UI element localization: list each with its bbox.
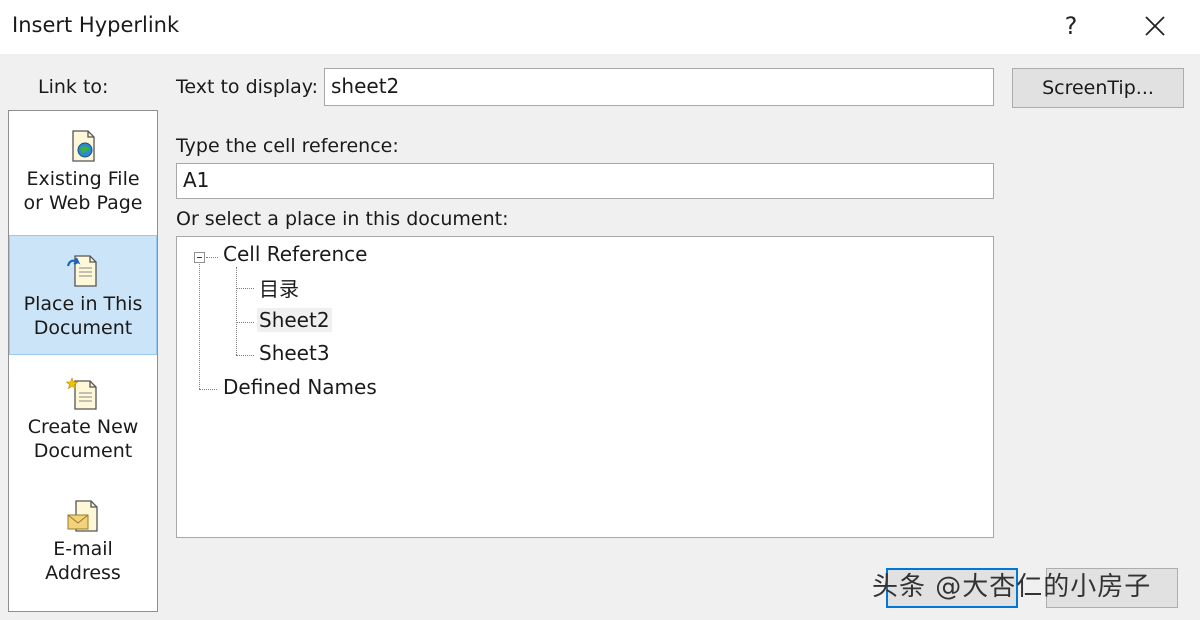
link-existing-file-line2: or Web Page — [23, 192, 143, 214]
place-tree[interactable]: Cell Reference 目录 Sheet2 Sheet3 Defined … — [176, 236, 994, 538]
link-place-in-document[interactable]: Place in This Document — [9, 235, 157, 355]
tree-connector — [236, 267, 237, 355]
link-create-new-line1: Create New — [27, 416, 139, 438]
link-create-new-document[interactable]: Create New Document — [9, 377, 157, 487]
watermark: 头条 @大杏仁的小房子 — [872, 572, 1152, 602]
email-icon — [67, 500, 98, 532]
tree-node-sheet2[interactable]: Sheet2 — [257, 308, 332, 332]
close-icon — [1145, 16, 1165, 36]
title-bar: Insert Hyperlink ? — [0, 0, 1200, 54]
help-button[interactable]: ? — [1056, 8, 1086, 44]
link-to-bar: Existing File or Web Page Place in This … — [8, 110, 158, 612]
cell-reference-label: Type the cell reference: — [176, 135, 399, 157]
tree-node-sheet[interactable]: 目录 — [259, 273, 299, 302]
new-document-icon — [66, 377, 97, 410]
link-place-line1: Place in This — [23, 293, 143, 315]
link-email-line1: E-mail — [53, 538, 113, 560]
tree-connector — [199, 389, 217, 390]
cell-reference-input[interactable]: A1 — [176, 163, 994, 199]
tree-connector — [236, 355, 254, 356]
text-to-display-label: Text to display: — [176, 76, 319, 98]
link-email-line2: Address — [45, 562, 121, 584]
link-place-line2: Document — [33, 317, 133, 339]
dialog-title: Insert Hyperlink — [12, 13, 180, 37]
tree-connector — [206, 257, 218, 258]
screentip-button[interactable]: ScreenTip... — [1012, 68, 1184, 108]
link-existing-file[interactable]: Existing File or Web Page — [9, 129, 157, 239]
link-to-label: Link to: — [38, 76, 109, 98]
tree-node-sheet3[interactable]: Sheet3 — [259, 341, 330, 365]
tree-node-defined-names[interactable]: Defined Names — [223, 375, 377, 399]
link-existing-file-line1: Existing File — [26, 168, 140, 190]
place-in-document-label: Or select a place in this document: — [176, 208, 509, 230]
close-button[interactable] — [1138, 8, 1172, 44]
collapse-toggle[interactable] — [194, 252, 205, 263]
tree-connector — [199, 264, 200, 389]
place-in-document-icon — [66, 255, 97, 287]
link-create-new-line2: Document — [33, 440, 133, 462]
globe-file-icon — [72, 130, 95, 162]
tree-connector — [236, 288, 254, 289]
text-to-display-input[interactable]: sheet2 — [324, 68, 994, 106]
tree-node-cell-reference[interactable]: Cell Reference — [223, 242, 367, 266]
link-email-address[interactable]: E-mail Address — [9, 499, 157, 609]
tree-connector — [236, 322, 254, 323]
